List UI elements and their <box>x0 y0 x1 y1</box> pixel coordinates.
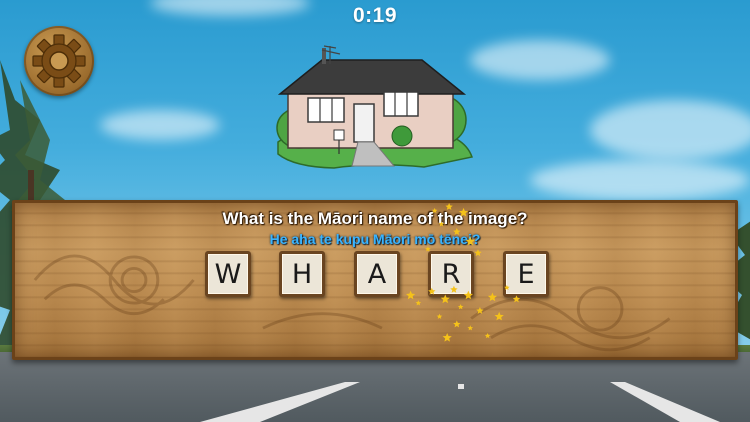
road-markings <box>200 382 720 422</box>
timer: 0:19 <box>352 4 398 27</box>
letter-tile[interactable]: E <box>503 251 549 297</box>
letter-tile[interactable]: W <box>205 251 251 297</box>
cloud <box>590 100 750 160</box>
question-english: What is the Māori name of the image? <box>222 209 528 228</box>
cloud <box>470 40 610 80</box>
letter-tile[interactable]: A <box>354 251 400 297</box>
question-board: What is the Māori name of the image? He … <box>12 200 738 360</box>
settings-button[interactable] <box>24 26 94 96</box>
cloud <box>100 110 220 140</box>
letter-tile[interactable]: R <box>428 251 474 297</box>
answer-tiles: W H A R E <box>15 251 735 299</box>
question-maori: He aha te kupu Māori mō tēnei? <box>269 231 481 247</box>
cloud <box>530 160 750 200</box>
letter-tile[interactable]: H <box>279 251 325 297</box>
game-scene: 0:19 What is the Māori name of the image… <box>0 0 750 422</box>
gear-icon <box>32 34 86 88</box>
house-image <box>276 45 473 169</box>
